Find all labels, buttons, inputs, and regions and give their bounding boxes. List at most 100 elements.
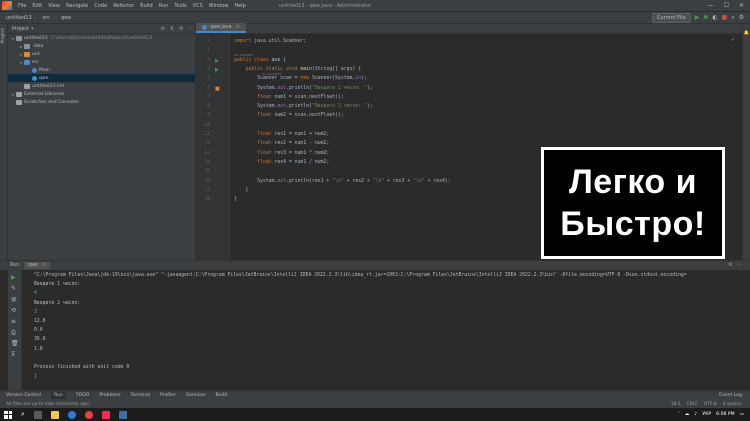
file-encoding[interactable]: UTF-8 [704,402,717,407]
line-number[interactable]: 12 [196,141,210,146]
tool-tab-event-log[interactable]: Event Log [719,393,750,398]
editor-tab-qwe[interactable]: qwe.java × [196,23,246,33]
tool-tab-services[interactable]: Services [186,393,205,398]
code-line[interactable]: float res4 = num1 / num2; [234,160,329,165]
line-number[interactable]: 2 [196,48,210,53]
code-line[interactable]: System.out.println("Введите 2 число: "); [234,104,373,109]
tree-item[interactable]: ▸ External Libraries [8,90,195,98]
menu-item-help[interactable]: Help [231,3,248,9]
code-line[interactable]: float res2 = num1 - num2; [234,141,329,146]
stop-icon[interactable]: ■ [722,14,728,21]
app-taskbar-icon[interactable] [118,410,127,419]
collapse-icon[interactable]: ⇅ [170,26,174,32]
windows-start-icon[interactable] [4,410,12,419]
tool-tab-terminal[interactable]: Terminal [131,393,150,398]
run-console[interactable]: "C:\Program Files\Java\jdk-19\bin\java.e… [22,270,742,390]
code-line[interactable]: float res3 = num1 * num2; [234,151,329,156]
code-line[interactable]: float num2 = scan.nextFloat(); [234,113,344,118]
tree-item[interactable]: Main [8,66,195,74]
line-separator[interactable]: CRLF [687,402,698,407]
close-tab-icon[interactable]: × [42,263,46,268]
tree-item[interactable]: Scratches and Consoles [8,98,195,106]
run-gutter-icon[interactable]: ▶ [215,58,219,64]
debug-icon[interactable]: ✱ [703,14,708,21]
line-number[interactable]: 15 [196,169,210,174]
code-line[interactable]: } [234,197,237,202]
tool-tab-todo[interactable]: TODO [76,393,90,398]
tree-item[interactable]: untitled13.iml [8,82,195,90]
line-number[interactable]: 14 [196,160,210,165]
line-number[interactable]: 5 [196,76,210,81]
search-icon[interactable]: ⌕ [21,410,25,419]
settings-icon[interactable]: ⚙ [739,14,744,21]
menu-item-run[interactable]: Run [156,3,172,9]
run-configuration-select[interactable]: Current File [651,12,691,23]
bookmark-icon[interactable]: ■ [215,86,220,92]
clock[interactable]: 6:08 PM [716,412,735,417]
code-line[interactable]: float num1 = scan.nextFloat(); [234,95,344,100]
menu-item-edit[interactable]: Edit [29,3,45,9]
menu-item-file[interactable]: File [15,3,29,9]
soft-wrap-icon[interactable]: ≡ [11,318,16,325]
line-number[interactable]: 17 [196,188,210,193]
close-tab-icon[interactable]: × [236,25,240,30]
run-gutter-icon[interactable]: ▶ [215,67,219,73]
code-line[interactable]: Scanner scan = new Scanner(System.in); [234,76,367,81]
line-number[interactable]: 3 [196,58,210,63]
tool-tab-profiler[interactable]: Profiler [160,393,176,398]
usages-hint[interactable]: no usages [262,71,281,76]
wrench-icon[interactable]: ✎ [11,285,16,292]
inspection-ok-icon[interactable]: ✔ [731,37,736,43]
tray-chevron-icon[interactable]: ˄ [677,412,679,417]
language-indicator[interactable]: УКР [702,412,711,417]
search-icon[interactable]: ⌕ [731,14,734,22]
menu-item-navigate[interactable]: Navigate [63,3,91,9]
tool-tab-version-control[interactable]: Version Control [6,393,41,398]
menu-item-view[interactable]: View [45,3,63,9]
line-number[interactable]: 13 [196,151,210,156]
rerun-icon[interactable]: ▶ [11,274,16,281]
code-line[interactable]: System.out.println(res1 + "\n" + res2 + … [234,179,451,184]
edge-icon[interactable] [67,410,76,419]
status-message[interactable]: All files are up-to-date (moments ago) [6,402,90,407]
breadcrumb-file[interactable]: qwe [55,15,74,21]
stop-icon[interactable]: ■ [11,296,17,303]
chevron-down-icon[interactable]: ▾ [31,26,34,32]
line-number[interactable]: 10 [196,123,210,128]
tree-item[interactable]: ▾ src [8,58,195,66]
code-line[interactable]: float res1 = num1 + num2; [234,132,329,137]
breadcrumb-src[interactable]: src [37,15,53,21]
tree-item[interactable]: ▾ untitled13 C:\Users\Documents\IdeaProjec… [8,34,195,42]
run-tab-qwe[interactable]: qwe × [23,262,51,269]
minimize-icon[interactable]: — [708,2,714,9]
menu-item-vcs[interactable]: VCS [190,3,206,9]
notification-center-icon[interactable]: ▭ [740,412,744,417]
volume-icon[interactable]: ♪ [694,412,697,417]
line-number[interactable]: 16 [196,179,210,184]
tree-item[interactable]: ▸ .idea [8,42,195,50]
line-number[interactable]: 6 [196,86,210,91]
line-number[interactable]: 1 [196,39,210,44]
menu-item-build[interactable]: Build [137,3,156,9]
restore-layout-icon[interactable]: ⟲ [11,307,16,314]
line-number[interactable]: 11 [196,132,210,137]
code-line[interactable]: System.out.println("Введите 1 число: "); [234,86,373,91]
task-view-icon[interactable] [33,410,42,419]
tree-item[interactable]: qwe [8,74,195,82]
gear-icon[interactable]: ⚙ [728,263,732,268]
pin-icon[interactable]: ⊼ [11,351,15,358]
line-number[interactable]: 7 [196,95,210,100]
coverage-icon[interactable]: ◐ [712,14,717,21]
locate-icon[interactable]: ⊕ [161,26,165,32]
code-line[interactable]: } [234,188,249,193]
menu-item-window[interactable]: Window [206,3,232,9]
print-icon[interactable]: ⎙ [11,329,16,337]
opera-icon[interactable] [84,410,93,419]
line-number[interactable]: 8 [196,104,210,109]
tree-item[interactable]: ▸ out [8,50,195,58]
run-icon[interactable]: ▶ [695,14,700,21]
maximize-icon[interactable]: ☐ [724,2,729,9]
project-panel-title[interactable]: Project [12,26,29,32]
code-line[interactable]: import java.util.Scanner; [234,39,306,44]
hide-icon[interactable]: – [189,26,192,32]
